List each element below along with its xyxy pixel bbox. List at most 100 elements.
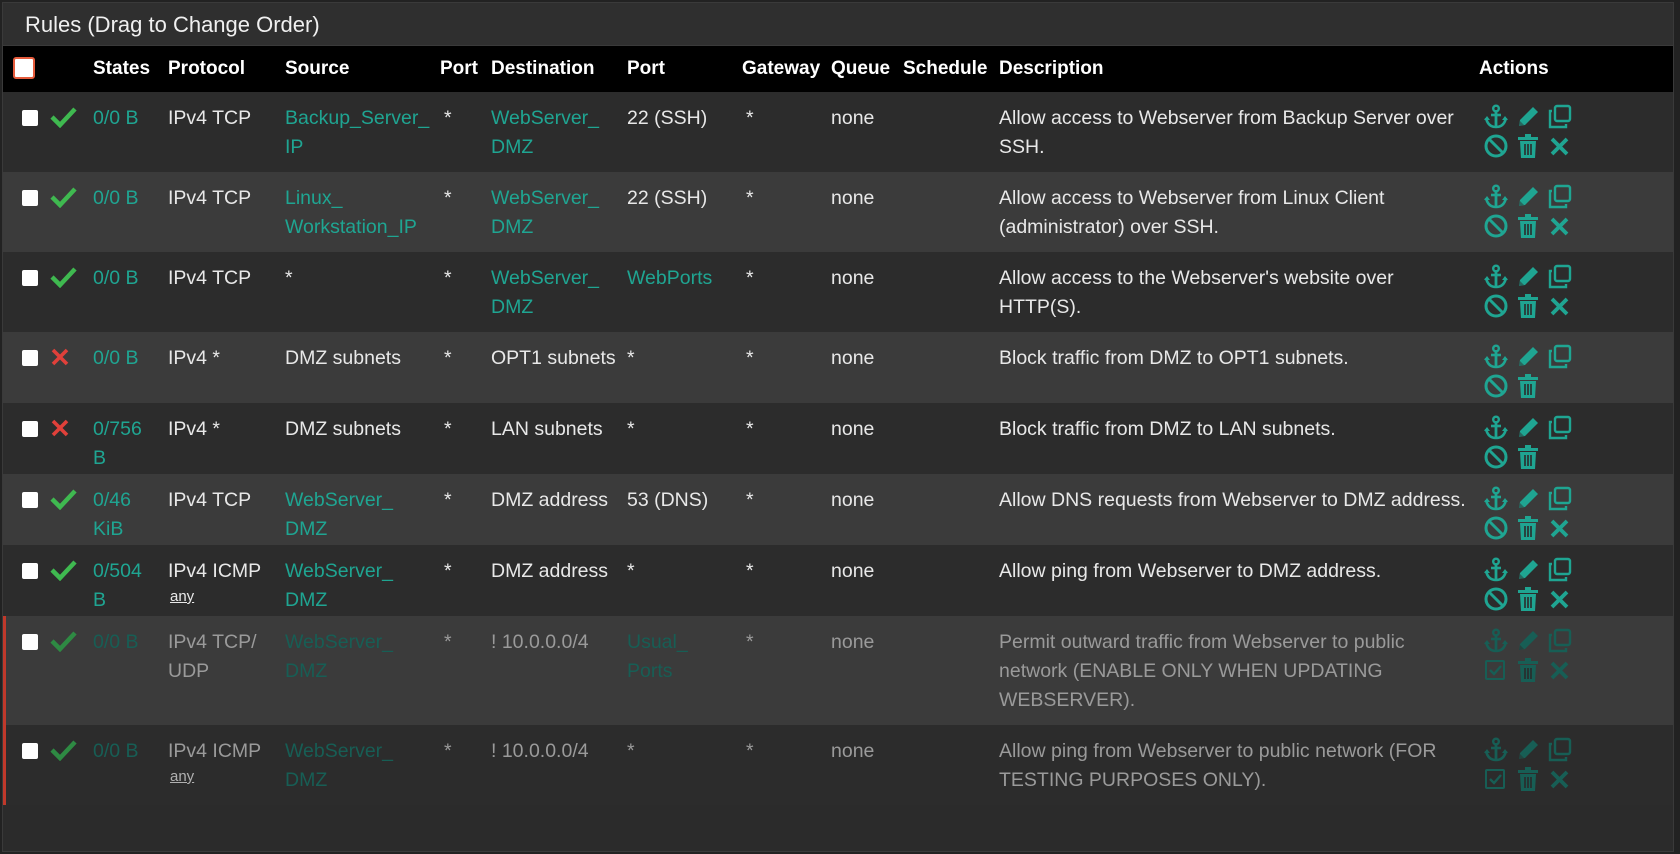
dest-port-value[interactable]: WebPorts bbox=[627, 267, 712, 289]
rule-select-checkbox[interactable] bbox=[22, 110, 38, 126]
states-link[interactable]: 0/46 KiB bbox=[93, 489, 131, 540]
col-description[interactable]: Description bbox=[995, 46, 1475, 92]
pencil-icon[interactable] bbox=[1515, 104, 1547, 133]
rule-select-checkbox[interactable] bbox=[22, 492, 38, 508]
anchor-icon[interactable] bbox=[1483, 557, 1515, 586]
anchor-icon[interactable] bbox=[1483, 486, 1515, 515]
trash-icon[interactable] bbox=[1515, 766, 1547, 795]
icmp-type-link[interactable]: any bbox=[168, 766, 277, 788]
col-source[interactable]: Source bbox=[281, 46, 436, 92]
rule-row[interactable]: 0/0 B IPv4 TCP Backup_Server_ IP * WebServer… bbox=[3, 92, 1673, 172]
trash-icon[interactable] bbox=[1515, 293, 1547, 322]
rule-row[interactable]: 0/0 B IPv4 ICMP any WebServer_ DMZ *! 10.0.0… bbox=[3, 725, 1673, 805]
anchor-icon[interactable] bbox=[1483, 415, 1515, 444]
anchor-icon[interactable] bbox=[1483, 628, 1515, 657]
copy-icon[interactable] bbox=[1547, 415, 1579, 444]
source-value[interactable]: Linux_ Workstation_IP bbox=[285, 187, 417, 238]
source-value[interactable]: WebServer_ DMZ bbox=[285, 560, 393, 611]
states-link[interactable]: 0/756 B bbox=[93, 418, 142, 469]
ban-icon[interactable] bbox=[1483, 213, 1515, 242]
pencil-icon[interactable] bbox=[1515, 737, 1547, 766]
check-icon[interactable] bbox=[49, 106, 77, 128]
icmp-type-link[interactable]: any bbox=[168, 586, 277, 608]
states-link[interactable]: 0/504 B bbox=[93, 560, 142, 611]
copy-icon[interactable] bbox=[1547, 628, 1579, 657]
check-icon[interactable] bbox=[49, 630, 77, 652]
anchor-icon[interactable] bbox=[1483, 737, 1515, 766]
states-link[interactable]: 0/0 B bbox=[93, 267, 139, 289]
col-destination[interactable]: Destination bbox=[487, 46, 623, 92]
col-queue[interactable]: Queue bbox=[827, 46, 899, 92]
ban-icon[interactable] bbox=[1483, 515, 1515, 544]
check-icon[interactable] bbox=[49, 488, 77, 510]
states-link[interactable]: 0/0 B bbox=[93, 347, 139, 369]
block-x-icon[interactable] bbox=[49, 417, 71, 439]
ban-icon[interactable] bbox=[1483, 133, 1515, 162]
destination-value[interactable]: WebServer_ DMZ bbox=[491, 187, 599, 238]
trash-icon[interactable] bbox=[1515, 444, 1547, 473]
copy-icon[interactable] bbox=[1547, 104, 1579, 133]
anchor-icon[interactable] bbox=[1483, 184, 1515, 213]
check-icon[interactable] bbox=[49, 186, 77, 208]
copy-icon[interactable] bbox=[1547, 264, 1579, 293]
anchor-icon[interactable] bbox=[1483, 104, 1515, 133]
copy-icon[interactable] bbox=[1547, 737, 1579, 766]
col-source-port[interactable]: Port bbox=[436, 46, 487, 92]
block-x-icon[interactable] bbox=[49, 346, 71, 368]
col-dest-port[interactable]: Port bbox=[623, 46, 738, 92]
source-value[interactable]: Backup_Server_ IP bbox=[285, 107, 429, 158]
check-square-icon[interactable] bbox=[1483, 657, 1515, 686]
destination-value[interactable]: WebServer_ DMZ bbox=[491, 267, 599, 318]
rule-row[interactable]: 0/0 B IPv4 TCP * * WebServer_ DMZ WebPorts * no… bbox=[3, 252, 1673, 332]
check-square-icon[interactable] bbox=[1483, 766, 1515, 795]
times-icon[interactable] bbox=[1547, 133, 1579, 162]
rule-row[interactable]: 0/0 B IPv4 * DMZ subnets * OPT1 subnets * * non… bbox=[3, 332, 1673, 403]
rule-select-checkbox[interactable] bbox=[22, 190, 38, 206]
check-icon[interactable] bbox=[49, 266, 77, 288]
trash-icon[interactable] bbox=[1515, 213, 1547, 242]
trash-icon[interactable] bbox=[1515, 657, 1547, 686]
states-link[interactable]: 0/0 B bbox=[93, 107, 139, 129]
trash-icon[interactable] bbox=[1515, 373, 1547, 402]
times-icon[interactable] bbox=[1547, 766, 1579, 795]
times-icon[interactable] bbox=[1547, 293, 1579, 322]
rule-row[interactable]: 0/756 B IPv4 * DMZ subnets * LAN subnets * * no… bbox=[3, 403, 1673, 474]
times-icon[interactable] bbox=[1547, 657, 1579, 686]
rule-row[interactable]: 0/504 B IPv4 ICMP any WebServer_ DMZ * DMZ ad… bbox=[3, 545, 1673, 616]
copy-icon[interactable] bbox=[1547, 184, 1579, 213]
pencil-icon[interactable] bbox=[1515, 628, 1547, 657]
col-schedule[interactable]: Schedule bbox=[899, 46, 995, 92]
times-icon[interactable] bbox=[1547, 213, 1579, 242]
times-icon[interactable] bbox=[1547, 586, 1579, 615]
states-link[interactable]: 0/0 B bbox=[93, 631, 139, 653]
check-icon[interactable] bbox=[49, 559, 77, 581]
source-value[interactable]: WebServer_ DMZ bbox=[285, 740, 393, 791]
col-states[interactable]: States bbox=[89, 46, 164, 92]
rule-select-checkbox[interactable] bbox=[22, 563, 38, 579]
pencil-icon[interactable] bbox=[1515, 557, 1547, 586]
col-protocol[interactable]: Protocol bbox=[164, 46, 281, 92]
pencil-icon[interactable] bbox=[1515, 344, 1547, 373]
pencil-icon[interactable] bbox=[1515, 184, 1547, 213]
dest-port-value[interactable]: Usual_ Ports bbox=[627, 631, 688, 682]
check-icon[interactable] bbox=[49, 739, 77, 761]
rule-select-checkbox[interactable] bbox=[22, 634, 38, 650]
source-value[interactable]: WebServer_ DMZ bbox=[285, 631, 393, 682]
ban-icon[interactable] bbox=[1483, 293, 1515, 322]
pencil-icon[interactable] bbox=[1515, 415, 1547, 444]
select-all-checkbox[interactable] bbox=[13, 57, 35, 79]
trash-icon[interactable] bbox=[1515, 586, 1547, 615]
trash-icon[interactable] bbox=[1515, 133, 1547, 162]
trash-icon[interactable] bbox=[1515, 515, 1547, 544]
rule-row[interactable]: 0/0 B IPv4 TCP Linux_ Workstation_IP * WebSe… bbox=[3, 172, 1673, 252]
copy-icon[interactable] bbox=[1547, 557, 1579, 586]
col-gateway[interactable]: Gateway bbox=[738, 46, 827, 92]
rule-row[interactable]: 0/46 KiB IPv4 TCP WebServer_ DMZ * DMZ addre… bbox=[3, 474, 1673, 545]
states-link[interactable]: 0/0 B bbox=[93, 740, 139, 762]
source-value[interactable]: WebServer_ DMZ bbox=[285, 489, 393, 540]
ban-icon[interactable] bbox=[1483, 586, 1515, 615]
destination-value[interactable]: WebServer_ DMZ bbox=[491, 107, 599, 158]
times-icon[interactable] bbox=[1547, 515, 1579, 544]
copy-icon[interactable] bbox=[1547, 344, 1579, 373]
ban-icon[interactable] bbox=[1483, 373, 1515, 402]
